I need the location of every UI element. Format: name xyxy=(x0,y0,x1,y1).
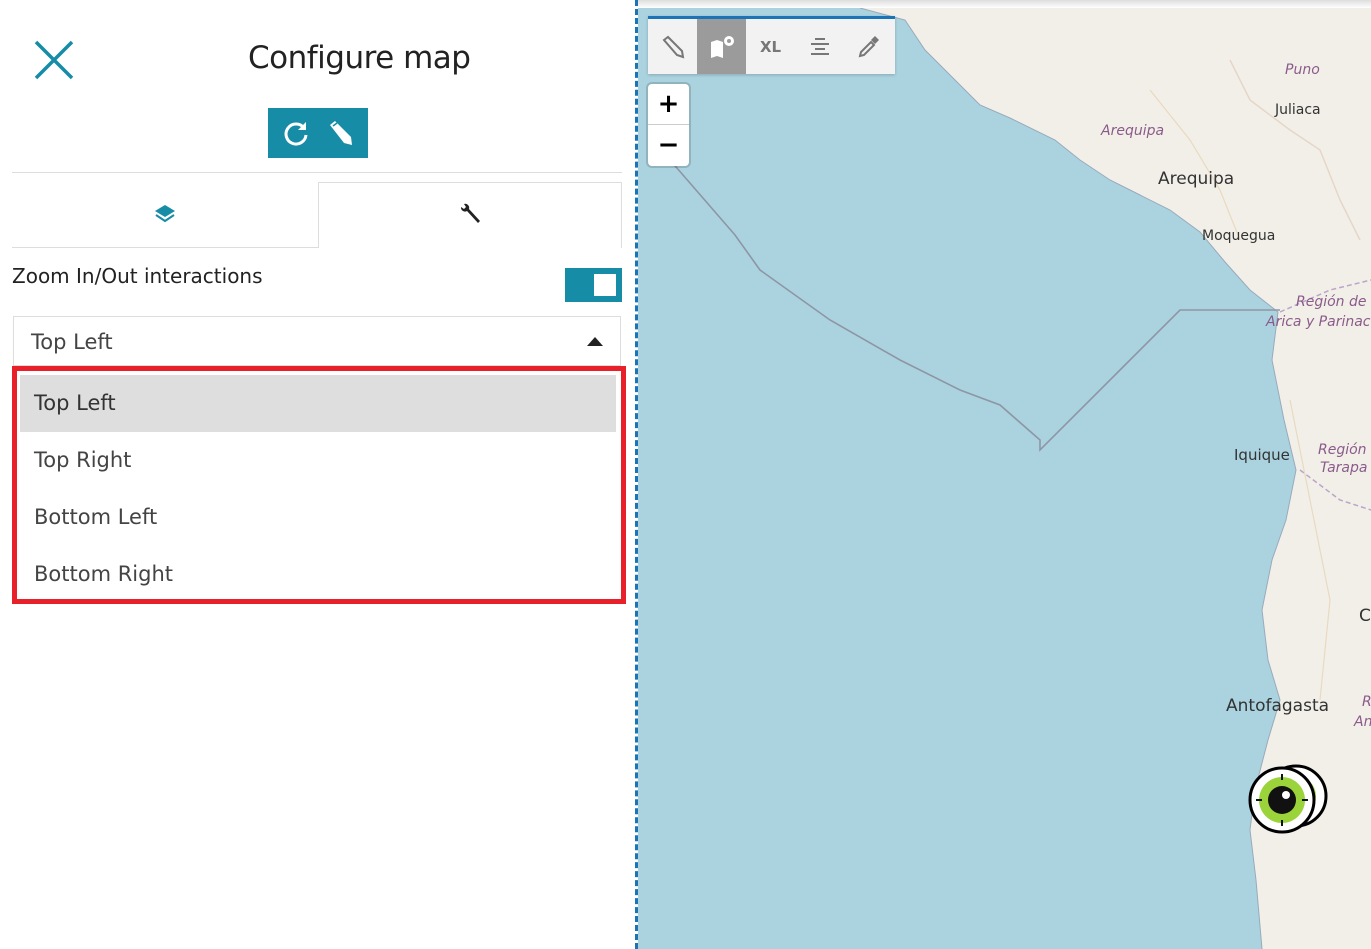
text-size-icon[interactable]: XL xyxy=(746,19,795,74)
map-label-tarapaca-region-2: Tarapa xyxy=(1320,460,1368,476)
map-label-arequipa: Arequipa xyxy=(1158,169,1235,189)
pencil-icon[interactable] xyxy=(320,113,360,153)
map-label-iquique: Iquique xyxy=(1234,446,1290,464)
map-label-juliaca: Juliaca xyxy=(1275,102,1321,118)
map-label-antofagasta: Antofagasta xyxy=(1226,696,1330,716)
map-toolbar: XL xyxy=(648,16,895,74)
refresh-icon[interactable] xyxy=(276,113,316,153)
map-label-arica-region-2: Arica y Parinac xyxy=(1266,314,1371,330)
option-top-left[interactable]: Top Left xyxy=(20,375,616,432)
layers-icon xyxy=(153,203,177,227)
map-label-moquegua: Moquegua xyxy=(1202,228,1276,244)
zoom-position-select[interactable]: Top Left xyxy=(13,316,621,366)
map-label-tarapaca-region-1: Región xyxy=(1318,442,1367,458)
map-label-arequipa-region: Arequipa xyxy=(1101,123,1165,139)
pencil-icon[interactable] xyxy=(648,19,697,74)
eyedropper-icon[interactable] xyxy=(844,19,893,74)
zoom-interactions-label: Zoom In/Out interactions xyxy=(12,264,263,288)
divider xyxy=(12,172,622,173)
close-icon[interactable] xyxy=(32,40,76,80)
align-center-icon[interactable] xyxy=(795,19,844,74)
map-settings-icon[interactable] xyxy=(697,19,746,74)
toggle-knob xyxy=(594,274,616,296)
zoom-position-dropdown: Top Left Top Right Bottom Left Bottom Ri… xyxy=(12,366,626,604)
map-label-cut-c: C xyxy=(1359,606,1371,626)
caret-up-icon xyxy=(587,337,603,346)
select-value: Top Left xyxy=(31,330,113,354)
map-label-cut-an: An xyxy=(1354,714,1371,730)
map-label-puno: Puno xyxy=(1285,62,1320,78)
text-size-label: XL xyxy=(759,37,782,56)
option-bottom-right[interactable]: Bottom Right xyxy=(20,546,616,603)
option-bottom-left[interactable]: Bottom Left xyxy=(20,489,616,546)
zoom-in-button[interactable]: + xyxy=(648,84,689,125)
map-label-arica-region-1: Región de xyxy=(1296,294,1367,310)
zoom-out-button[interactable]: − xyxy=(648,125,689,165)
tab-settings[interactable] xyxy=(318,182,622,248)
tab-layers[interactable] xyxy=(12,182,318,248)
wrench-icon xyxy=(457,201,483,231)
zoom-interactions-toggle[interactable] xyxy=(565,268,622,302)
action-button-group xyxy=(268,108,368,158)
map-label-cut-r: R xyxy=(1362,694,1371,710)
map-marker[interactable] xyxy=(1244,758,1334,848)
option-top-right[interactable]: Top Right xyxy=(20,432,616,489)
zoom-control: + − xyxy=(648,84,689,166)
map-canvas[interactable]: Puno Juliaca Arequipa Arequipa Moquegua … xyxy=(638,8,1371,949)
panel-title: Configure map xyxy=(248,40,471,76)
configure-map-panel: Configure map Zoom In/Out interactions T… xyxy=(0,0,636,949)
